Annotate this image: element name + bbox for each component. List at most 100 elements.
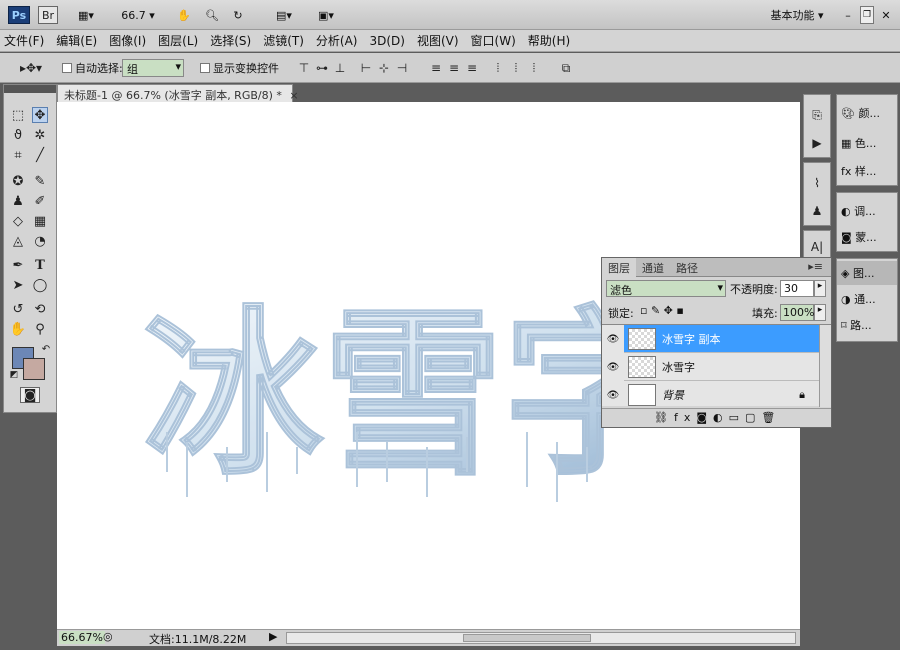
layer-row-selected[interactable]: 冰雪字 副本: [624, 325, 819, 353]
paths-panel-item[interactable]: ⌑ 路...: [841, 317, 872, 333]
menu-3d[interactable]: 3D(D): [369, 34, 404, 48]
align-vcenter-icon[interactable]: ⊶: [314, 60, 330, 76]
dodge-tool-icon[interactable]: ◔: [32, 233, 48, 249]
gradient-tool-icon[interactable]: ▦: [32, 213, 48, 229]
arrange-documents-icon[interactable]: ▤▾: [268, 6, 300, 24]
show-transform-checkbox[interactable]: 显示变换控件: [200, 60, 279, 76]
layer-row-background[interactable]: 背景 🔒︎: [624, 381, 819, 409]
distribute-hcenter-icon[interactable]: ⦙: [508, 60, 524, 76]
eraser-tool-icon[interactable]: ◇: [10, 213, 26, 229]
clone-source-icon[interactable]: ♟: [809, 203, 825, 219]
history-icon[interactable]: ⎘: [809, 107, 825, 123]
align-top-icon[interactable]: ⊤: [296, 60, 312, 76]
fill-arrow-icon[interactable]: ▸: [814, 304, 826, 321]
menu-layer[interactable]: 图层(L): [158, 32, 198, 49]
menu-filter[interactable]: 滤镜(T): [263, 32, 304, 49]
visibility-eye-icon[interactable]: 👁︎: [605, 387, 621, 403]
healing-brush-icon[interactable]: ✪: [10, 173, 26, 189]
default-colors-icon[interactable]: ◩: [6, 367, 22, 383]
layers-scrollbar[interactable]: [819, 325, 831, 407]
auto-align-icon[interactable]: ⧉: [558, 60, 574, 76]
adjustments-panel-item[interactable]: ◐ 调...: [841, 203, 876, 219]
auto-select-checkbox[interactable]: 自动选择:: [62, 60, 123, 76]
align-left-icon[interactable]: ⊢: [358, 60, 374, 76]
screen-mode-icon[interactable]: ▦▾: [70, 6, 102, 24]
hand-tool-icon[interactable]: ✋: [10, 321, 26, 337]
align-right-icon[interactable]: ⊣: [394, 60, 410, 76]
distribute-vcenter-icon[interactable]: ≡: [446, 60, 462, 76]
lock-icons[interactable]: ▫ ✎ ✥ ▪: [640, 304, 684, 317]
close-button[interactable]: ✕: [880, 6, 892, 24]
bridge-button[interactable]: Br: [38, 6, 58, 24]
path-selection-icon[interactable]: ➤: [10, 277, 26, 293]
menu-help[interactable]: 帮助(H): [528, 32, 570, 49]
color-panel-item[interactable]: 🎨︎ 颜...: [841, 105, 880, 121]
opacity-input[interactable]: 30: [780, 280, 814, 297]
tab-paths[interactable]: 路径: [670, 258, 704, 278]
layers-panel-item[interactable]: ◈ 图...: [837, 261, 897, 285]
menu-edit[interactable]: 编辑(E): [56, 32, 97, 49]
rotate-view-icon[interactable]: ↻: [230, 6, 246, 24]
restore-button[interactable]: ❐: [860, 6, 874, 24]
zoom-tool-icon[interactable]: ⚲: [32, 321, 48, 337]
character-icon[interactable]: A|: [809, 239, 825, 255]
status-zoom[interactable]: 66.67%: [59, 631, 105, 644]
swatches-panel-item[interactable]: ▦ 色...: [841, 135, 876, 151]
marquee-tool-icon[interactable]: ⬚: [10, 107, 26, 123]
document-tab[interactable]: 未标题-1 @ 66.7% (冰雪字 副本, RGB/8) * ×: [57, 84, 299, 102]
distribute-bottom-icon[interactable]: ≡: [464, 60, 480, 76]
crop-tool-icon[interactable]: ⌗: [10, 147, 26, 163]
menu-select[interactable]: 选择(S): [210, 32, 251, 49]
close-tab-icon[interactable]: ×: [289, 89, 298, 102]
clone-stamp-icon[interactable]: ♟: [10, 193, 26, 209]
background-color-swatch[interactable]: [23, 358, 45, 380]
swap-colors-icon[interactable]: ↶: [38, 341, 54, 357]
masks-panel-item[interactable]: ◙ 蒙...: [841, 229, 877, 245]
hand-tool-icon[interactable]: ✋: [176, 6, 192, 24]
fill-input[interactable]: 100%: [780, 304, 814, 321]
menu-view[interactable]: 视图(V): [417, 32, 459, 49]
actions-icon[interactable]: ▶: [809, 135, 825, 151]
quick-mask-icon[interactable]: ◙: [20, 387, 40, 403]
blend-mode-dropdown[interactable]: 滤色 ▾: [606, 280, 726, 297]
horizontal-scrollbar[interactable]: [286, 632, 796, 644]
pen-tool-icon[interactable]: ✒: [10, 257, 26, 273]
align-bottom-icon[interactable]: ⊥: [332, 60, 348, 76]
panel-menu-icon[interactable]: ▸≡: [802, 258, 829, 275]
opacity-arrow-icon[interactable]: ▸: [814, 280, 826, 297]
3d-orbit-icon[interactable]: ⟲: [32, 301, 48, 317]
history-brush-icon[interactable]: ✐: [32, 193, 48, 209]
align-hcenter-icon[interactable]: ⊹: [376, 60, 392, 76]
zoom-dropdown[interactable]: 66.7 ▾: [118, 6, 158, 24]
scrollbar-thumb[interactable]: [463, 634, 591, 642]
zoom-tool-icon[interactable]: 🔍︎: [204, 6, 220, 24]
minimize-button[interactable]: –: [842, 6, 854, 24]
visibility-eye-icon[interactable]: 👁︎: [605, 331, 621, 347]
status-info-icon[interactable]: ◎: [103, 630, 113, 643]
status-menu-arrow-icon[interactable]: ▶: [269, 630, 277, 643]
screen-mode-menu-icon[interactable]: ▣▾: [310, 6, 342, 24]
workspace-switcher[interactable]: 基本功能 ▾: [762, 6, 832, 24]
brushes-icon[interactable]: ⌇: [809, 175, 825, 191]
eyedropper-icon[interactable]: ╱: [32, 147, 48, 163]
lasso-tool-icon[interactable]: ϑ: [10, 127, 26, 143]
visibility-eye-icon[interactable]: 👁︎: [605, 359, 621, 375]
distribute-right-icon[interactable]: ⦙: [526, 60, 542, 76]
distribute-left-icon[interactable]: ⦙: [490, 60, 506, 76]
menu-window[interactable]: 窗口(W): [471, 32, 516, 49]
magic-wand-icon[interactable]: ✲: [32, 127, 48, 143]
channels-panel-item[interactable]: ◑ 通...: [841, 291, 876, 307]
blur-tool-icon[interactable]: ◬: [10, 233, 26, 249]
menu-image[interactable]: 图像(I): [109, 32, 146, 49]
type-tool-icon[interactable]: T: [32, 257, 48, 273]
layers-footer-buttons[interactable]: ⛓fx◙◐▭▢🗑︎: [602, 408, 831, 427]
distribute-top-icon[interactable]: ≡: [428, 60, 444, 76]
styles-panel-item[interactable]: fx 样...: [841, 163, 876, 179]
move-tool-icon[interactable]: ✥: [32, 107, 48, 123]
shape-tool-icon[interactable]: ◯: [32, 277, 48, 293]
tab-channels[interactable]: 通道: [636, 258, 670, 278]
move-tool-preset-icon[interactable]: ▸✥▾: [16, 60, 46, 76]
tab-layers[interactable]: 图层: [602, 258, 636, 278]
3d-rotate-icon[interactable]: ↺: [10, 301, 26, 317]
menu-analysis[interactable]: 分析(A): [316, 32, 358, 49]
